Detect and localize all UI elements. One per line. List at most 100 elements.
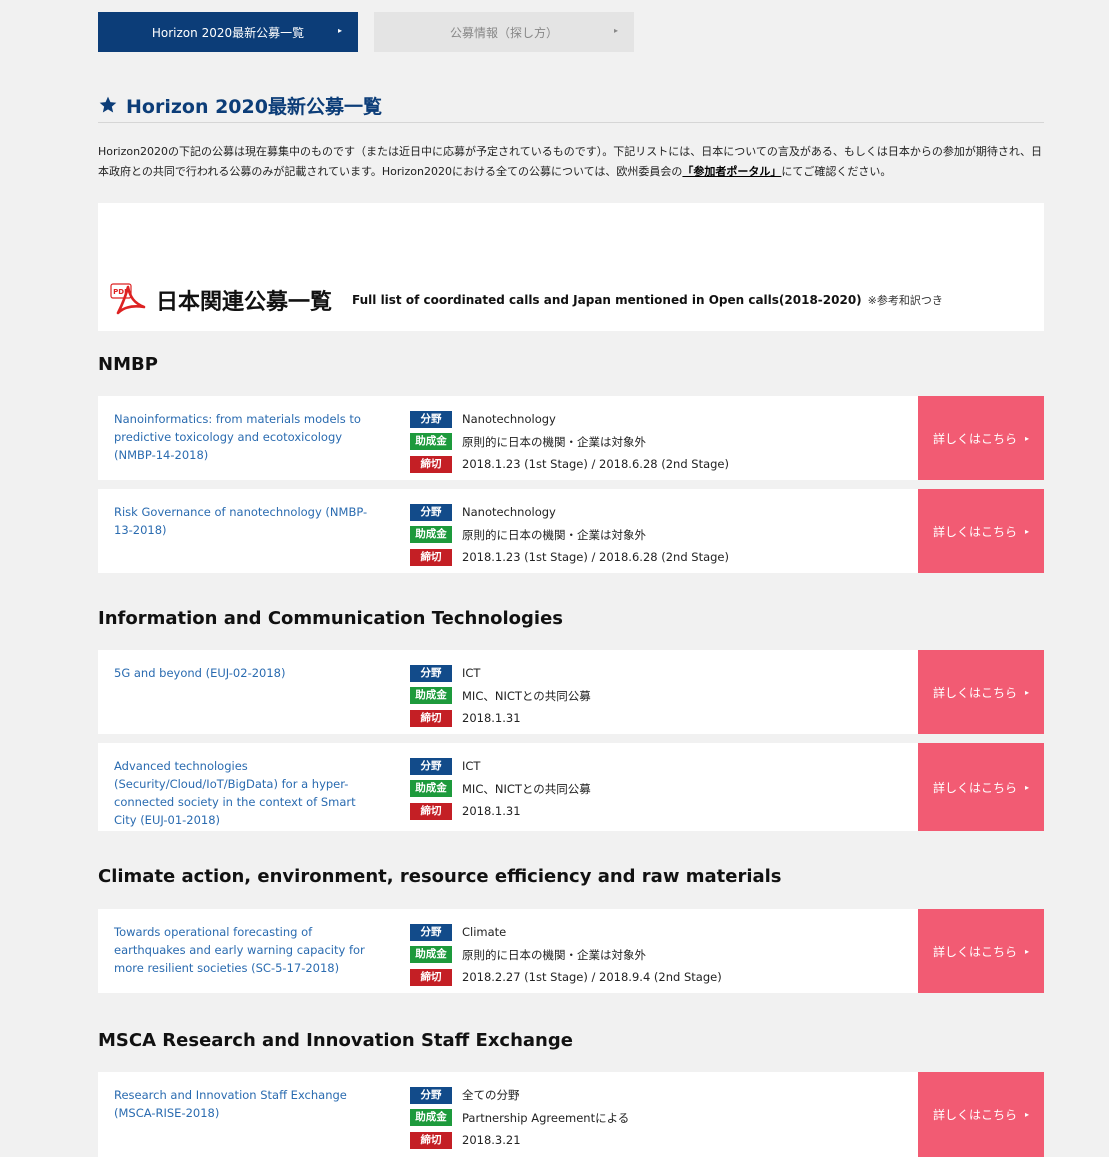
arrow-right-icon: ▸ [1025, 782, 1030, 792]
participant-portal-link[interactable]: 「参加者ポータル」 [682, 165, 781, 178]
meta-deadline: 締切 2018.1.23 (1st Stage) / 2018.6.28 (2nd… [410, 453, 910, 476]
detail-button[interactable]: 詳しくはこちら ▸ [918, 909, 1044, 993]
pdf-title: 日本関連公募一覧 [156, 290, 333, 315]
star-icon [99, 96, 117, 113]
call-meta: 分野 Nanotechnology 助成金 原則的に日本の機関・企業は対象外 締切 2… [410, 501, 910, 569]
field-badge: 分野 [410, 757, 452, 775]
section-title: NMBP [98, 354, 158, 375]
field-value: ICT [462, 666, 481, 681]
call-meta: 分野 Climate 助成金 原則的に日本の機関・企業は対象外 締切 2018.2.2… [410, 921, 910, 989]
grant-value: 原則的に日本の機関・企業は対象外 [462, 527, 646, 542]
field-value: 全ての分野 [462, 1088, 520, 1103]
detail-button[interactable]: 詳しくはこちら ▸ [918, 489, 1044, 573]
detail-label: 詳しくはこちら [932, 431, 1017, 446]
call-card: Research and Innovation Staff Exchange (… [98, 1072, 1044, 1157]
meta-field: 分野 ICT [410, 755, 910, 778]
call-title-link[interactable]: 5G and beyond (EUJ-02-2018) [114, 664, 376, 682]
detail-label: 詳しくはこちら [932, 944, 1017, 959]
grant-badge: 助成金 [410, 433, 452, 451]
tab-call-info-guide[interactable]: 公募情報（探し方） ▸ [374, 12, 634, 52]
field-badge: 分野 [410, 410, 452, 428]
page-title-text: Horizon 2020最新公募一覧 [126, 95, 382, 118]
detail-label: 詳しくはこちら [932, 780, 1017, 795]
deadline-badge: 締切 [410, 1131, 452, 1149]
meta-deadline: 締切 2018.1.31 [410, 707, 910, 730]
field-badge: 分野 [410, 1086, 452, 1104]
intro-text: Horizon2020の下記の公募は現在募集中のものです（または近日中に応募が予… [98, 142, 1044, 182]
call-title-link[interactable]: Nanoinformatics: from materials models t… [114, 410, 376, 464]
arrow-right-icon: ▸ [1025, 946, 1030, 956]
meta-grant: 助成金 MIC、NICTとの共同公募 [410, 685, 910, 708]
tab-label: 公募情報（探し方） [449, 25, 558, 40]
meta-field: 分野 Climate [410, 921, 910, 944]
grant-badge: 助成金 [410, 780, 452, 798]
section-title: MSCA Research and Innovation Staff Excha… [98, 1030, 573, 1051]
grant-badge: 助成金 [410, 526, 452, 544]
field-badge: 分野 [410, 923, 452, 941]
arrow-right-icon: ▸ [337, 26, 342, 35]
deadline-badge: 締切 [410, 709, 452, 727]
meta-deadline: 締切 2018.1.23 (1st Stage) / 2018.6.28 (2nd… [410, 546, 910, 569]
arrow-right-icon: ▸ [1025, 687, 1030, 697]
meta-grant: 助成金 原則的に日本の機関・企業は対象外 [410, 524, 910, 547]
field-badge: 分野 [410, 664, 452, 682]
tab-horizon-latest-calls[interactable]: Horizon 2020最新公募一覧 ▸ [98, 12, 358, 52]
detail-button[interactable]: 詳しくはこちら ▸ [918, 396, 1044, 480]
call-title-link[interactable]: Risk Governance of nanotechnology (NMBP-… [114, 503, 376, 539]
call-meta: 分野 全ての分野 助成金 Partnership Agreementによる 締切 20… [410, 1084, 910, 1152]
deadline-value: 2018.1.31 [462, 711, 521, 726]
meta-grant: 助成金 Partnership Agreementによる [410, 1107, 910, 1130]
grant-value: 原則的に日本の機関・企業は対象外 [462, 434, 646, 449]
deadline-value: 2018.1.23 (1st Stage) / 2018.6.28 (2nd S… [462, 457, 729, 472]
field-badge: 分野 [410, 503, 452, 521]
meta-deadline: 締切 2018.2.27 (1st Stage) / 2018.9.4 (2nd … [410, 966, 910, 989]
pdf-download-box: PDF 日本関連公募一覧 Full list of coordinated ca… [98, 203, 1044, 331]
grant-value: 原則的に日本の機関・企業は対象外 [462, 947, 646, 962]
grant-badge: 助成金 [410, 946, 452, 964]
page-title: Horizon 2020最新公募一覧 [98, 88, 1044, 123]
detail-label: 詳しくはこちら [932, 1108, 1017, 1122]
deadline-badge: 締切 [410, 548, 452, 566]
call-title-link[interactable]: Towards operational forecasting of earth… [114, 923, 376, 977]
meta-grant: 助成金 原則的に日本の機関・企業は対象外 [410, 944, 910, 967]
call-meta: 分野 ICT 助成金 MIC、NICTとの共同公募 締切 2018.1.31 [410, 755, 910, 823]
section-title: Climate action, environment, resource ef… [98, 866, 782, 887]
arrow-right-icon: ▸ [1025, 433, 1030, 443]
detail-button[interactable]: 詳しくはこちら ▸ [918, 650, 1044, 734]
field-value: Nanotechnology [462, 412, 556, 427]
arrow-right-icon: ▸ [1025, 1110, 1030, 1119]
intro-text-post: にてご確認ください。 [781, 165, 892, 178]
pdf-note: ※参考和訳つき [867, 294, 943, 307]
meta-deadline: 締切 2018.1.31 [410, 800, 910, 823]
deadline-value: 2018.1.23 (1st Stage) / 2018.6.28 (2nd S… [462, 550, 729, 565]
field-value: Nanotechnology [462, 505, 556, 520]
call-card: Towards operational forecasting of earth… [98, 909, 1044, 993]
deadline-value: 2018.1.31 [462, 804, 521, 819]
call-title-link[interactable]: Research and Innovation Staff Exchange (… [114, 1086, 376, 1122]
field-value: ICT [462, 759, 481, 774]
detail-label: 詳しくはこちら [932, 524, 1017, 539]
call-meta: 分野 ICT 助成金 MIC、NICTとの共同公募 締切 2018.1.31 [410, 662, 910, 730]
tab-bar: Horizon 2020最新公募一覧 ▸ 公募情報（探し方） ▸ [98, 12, 1044, 52]
detail-button[interactable]: 詳しくはこちら ▸ [918, 1072, 1044, 1157]
pdf-download-link[interactable]: PDF 日本関連公募一覧 Full list of coordinated ca… [110, 283, 943, 317]
tab-label: Horizon 2020最新公募一覧 [151, 25, 305, 40]
meta-grant: 助成金 原則的に日本の機関・企業は対象外 [410, 431, 910, 454]
deadline-badge: 締切 [410, 455, 452, 473]
meta-field: 分野 Nanotechnology [410, 501, 910, 524]
detail-button[interactable]: 詳しくはこちら ▸ [918, 743, 1044, 831]
meta-grant: 助成金 MIC、NICTとの共同公募 [410, 778, 910, 801]
call-title-link[interactable]: Advanced technologies (Security/Cloud/Io… [114, 757, 376, 829]
deadline-value: 2018.3.21 [462, 1133, 521, 1148]
grant-value: Partnership Agreementによる [462, 1110, 630, 1125]
meta-field: 分野 Nanotechnology [410, 408, 910, 431]
call-card: 5G and beyond (EUJ-02-2018) 分野 ICT 助成金 MIC… [98, 650, 1044, 734]
meta-deadline: 締切 2018.3.21 [410, 1129, 910, 1152]
detail-label: 詳しくはこちら [932, 685, 1017, 700]
pdf-icon: PDF [110, 283, 146, 315]
field-value: Climate [462, 925, 507, 940]
grant-value: MIC、NICTとの共同公募 [462, 688, 591, 703]
grant-value: MIC、NICTとの共同公募 [462, 781, 591, 796]
intro-text-pre: Horizon2020の下記の公募は現在募集中のものです（または近日中に応募が予… [98, 145, 1042, 178]
arrow-right-icon: ▸ [1025, 526, 1030, 536]
